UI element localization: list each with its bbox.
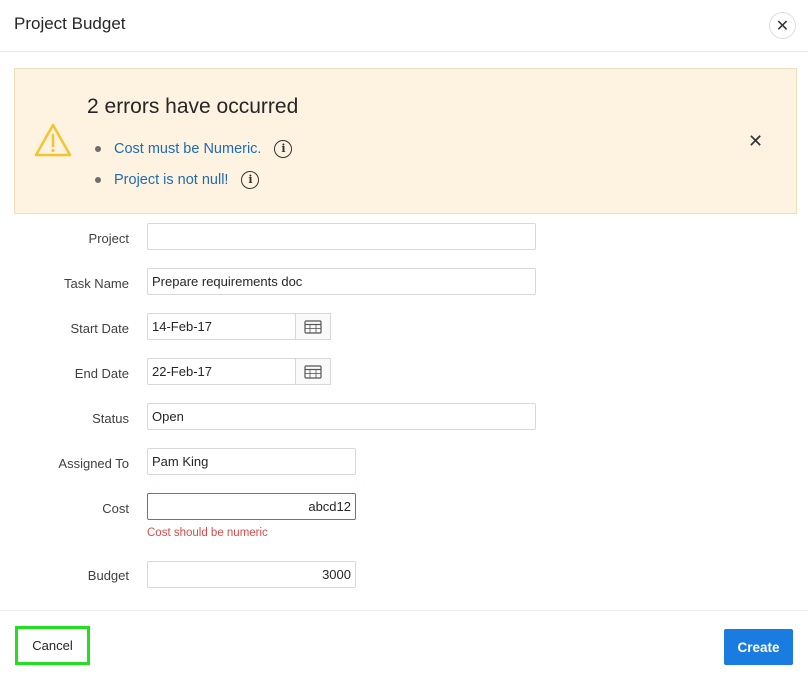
info-icon[interactable]: i (274, 139, 293, 158)
project-input[interactable] (147, 223, 536, 250)
cost-input[interactable]: abcd12 (147, 493, 356, 520)
status-label: Status (92, 411, 129, 426)
bullet (95, 177, 101, 183)
cost-error-message: Cost should be numeric (147, 527, 268, 539)
dialog-titlebar: Project Budget ✕ (0, 0, 808, 52)
assigned-to-input[interactable]: Pam King (147, 448, 356, 475)
budget-label: Budget (87, 568, 129, 583)
error-list: Cost must be Numeric. i Project is not n… (93, 133, 293, 195)
project-label: Project (88, 231, 129, 246)
start-date-input[interactable]: 14-Feb-17 (147, 313, 296, 340)
error-link-project[interactable]: Project is not null! (114, 172, 228, 188)
dismiss-alert-button[interactable]: ✕ (748, 131, 763, 152)
bullet (95, 146, 101, 152)
start-date-label: Start Date (70, 321, 129, 336)
dialog-footer (0, 610, 808, 683)
error-item: Cost must be Numeric. i (93, 133, 293, 164)
info-icon[interactable]: i (241, 170, 260, 189)
error-item: Project is not null! i (93, 164, 292, 195)
create-button[interactable]: Create (724, 629, 793, 665)
end-date-picker-button[interactable] (295, 358, 331, 385)
cancel-button[interactable]: Cancel (19, 630, 86, 661)
calendar-icon (304, 364, 322, 379)
error-alert: 2 errors have occurred Cost must be Nume… (14, 68, 797, 214)
cost-label: Cost (102, 501, 129, 516)
start-date-picker-button[interactable] (295, 313, 331, 340)
warning-icon (34, 123, 72, 157)
alert-heading: 2 errors have occurred (87, 95, 299, 118)
close-icon: ✕ (775, 17, 790, 35)
error-link-cost[interactable]: Cost must be Numeric. (114, 141, 261, 157)
end-date-input[interactable]: 22-Feb-17 (147, 358, 296, 385)
calendar-icon (304, 319, 322, 334)
status-input[interactable]: Open (147, 403, 536, 430)
assigned-to-label: Assigned To (58, 456, 129, 471)
budget-input[interactable]: 3000 (147, 561, 356, 588)
cancel-highlight: Cancel (15, 626, 90, 665)
end-date-label: End Date (74, 366, 129, 381)
task-name-input[interactable]: Prepare requirements doc (147, 268, 536, 295)
close-dialog-button[interactable]: ✕ (769, 12, 796, 39)
dialog-title: Project Budget (14, 14, 126, 33)
close-icon: ✕ (748, 131, 764, 151)
task-name-label: Task Name (63, 276, 129, 291)
